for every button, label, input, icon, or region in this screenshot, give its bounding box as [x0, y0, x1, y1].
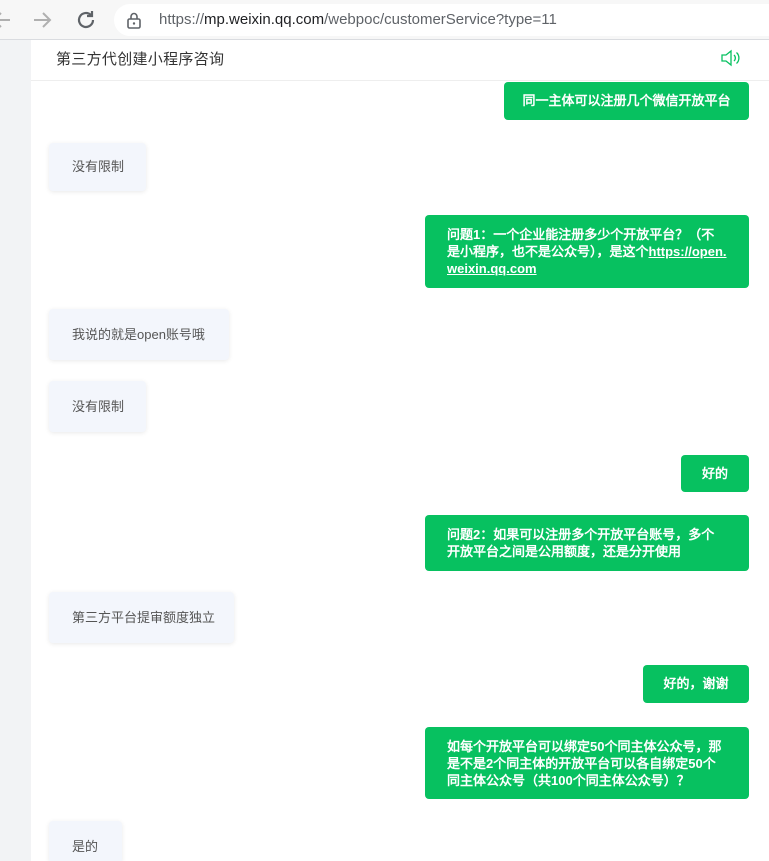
- browser-toolbar: https://mp.weixin.qq.com/webpoc/customer…: [0, 0, 769, 40]
- message-text: 如每个开放平台可以绑定50个同主体公众号，那是不是2个同主体的开放平台可以各自绑…: [447, 739, 722, 788]
- message-text: 第三方平台提审额度独立: [72, 610, 216, 625]
- page-title: 第三方代创建小程序咨询: [56, 51, 225, 68]
- message-text: 没有限制: [72, 159, 125, 174]
- message-text: 好的: [701, 466, 728, 481]
- address-bar[interactable]: https://mp.weixin.qq.com/webpoc/customer…: [114, 4, 769, 36]
- message-bubble-service: 第三方平台提审额度独立: [49, 592, 234, 643]
- message-bubble-user: 如每个开放平台可以绑定50个同主体公众号，那是不是2个同主体的开放平台可以各自绑…: [425, 727, 749, 799]
- url-text: https://mp.weixin.qq.com/webpoc/customer…: [159, 11, 557, 28]
- speaker-icon[interactable]: [720, 48, 742, 68]
- message-text: 没有限制: [72, 399, 125, 414]
- message-bubble-service: 是的: [49, 821, 122, 861]
- back-arrow-icon[interactable]: [0, 8, 14, 32]
- url-path: /webpoc/customerService?type=11: [324, 11, 557, 28]
- message-bubble-user: 同一主体可以注册几个微信开放平台: [504, 82, 749, 120]
- chat-header: 第三方代创建小程序咨询: [31, 40, 769, 81]
- forward-arrow-icon[interactable]: [30, 8, 54, 32]
- url-prefix: https://: [159, 11, 205, 28]
- message-bubble-user: 好的: [681, 455, 749, 492]
- reload-icon[interactable]: [74, 8, 98, 32]
- message-bubble-user: 问题2：如果可以注册多个开放平台账号，多个开放平台之间是公用额度，还是分开使用: [425, 515, 749, 571]
- message-text: 是的: [72, 839, 99, 854]
- url-host: mp.weixin.qq.com: [204, 11, 325, 28]
- message-text: 好的，谢谢: [663, 676, 729, 691]
- message-text: 问题2：如果可以注册多个开放平台账号，多个开放平台之间是公用额度，还是分开使用: [447, 527, 715, 559]
- chat-page: 第三方代创建小程序咨询 同一主体可以注册几个微信开放平台 没有限制 问题1：一个…: [31, 40, 769, 861]
- message-bubble-service: 没有限制: [49, 381, 146, 432]
- message-bubble-user: 问题1：一个企业能注册多少个开放平台？（不是小程序，也不是公众号），是这个htt…: [425, 215, 749, 288]
- message-bubble-service: 我说的就是open账号哦: [49, 309, 229, 360]
- message-text: 我说的就是open账号哦: [72, 327, 205, 342]
- message-bubble-service: 没有限制: [49, 143, 146, 191]
- message-text: 同一主体可以注册几个微信开放平台: [522, 93, 731, 108]
- message-bubble-user: 好的，谢谢: [643, 665, 749, 703]
- lock-icon[interactable]: [126, 11, 142, 29]
